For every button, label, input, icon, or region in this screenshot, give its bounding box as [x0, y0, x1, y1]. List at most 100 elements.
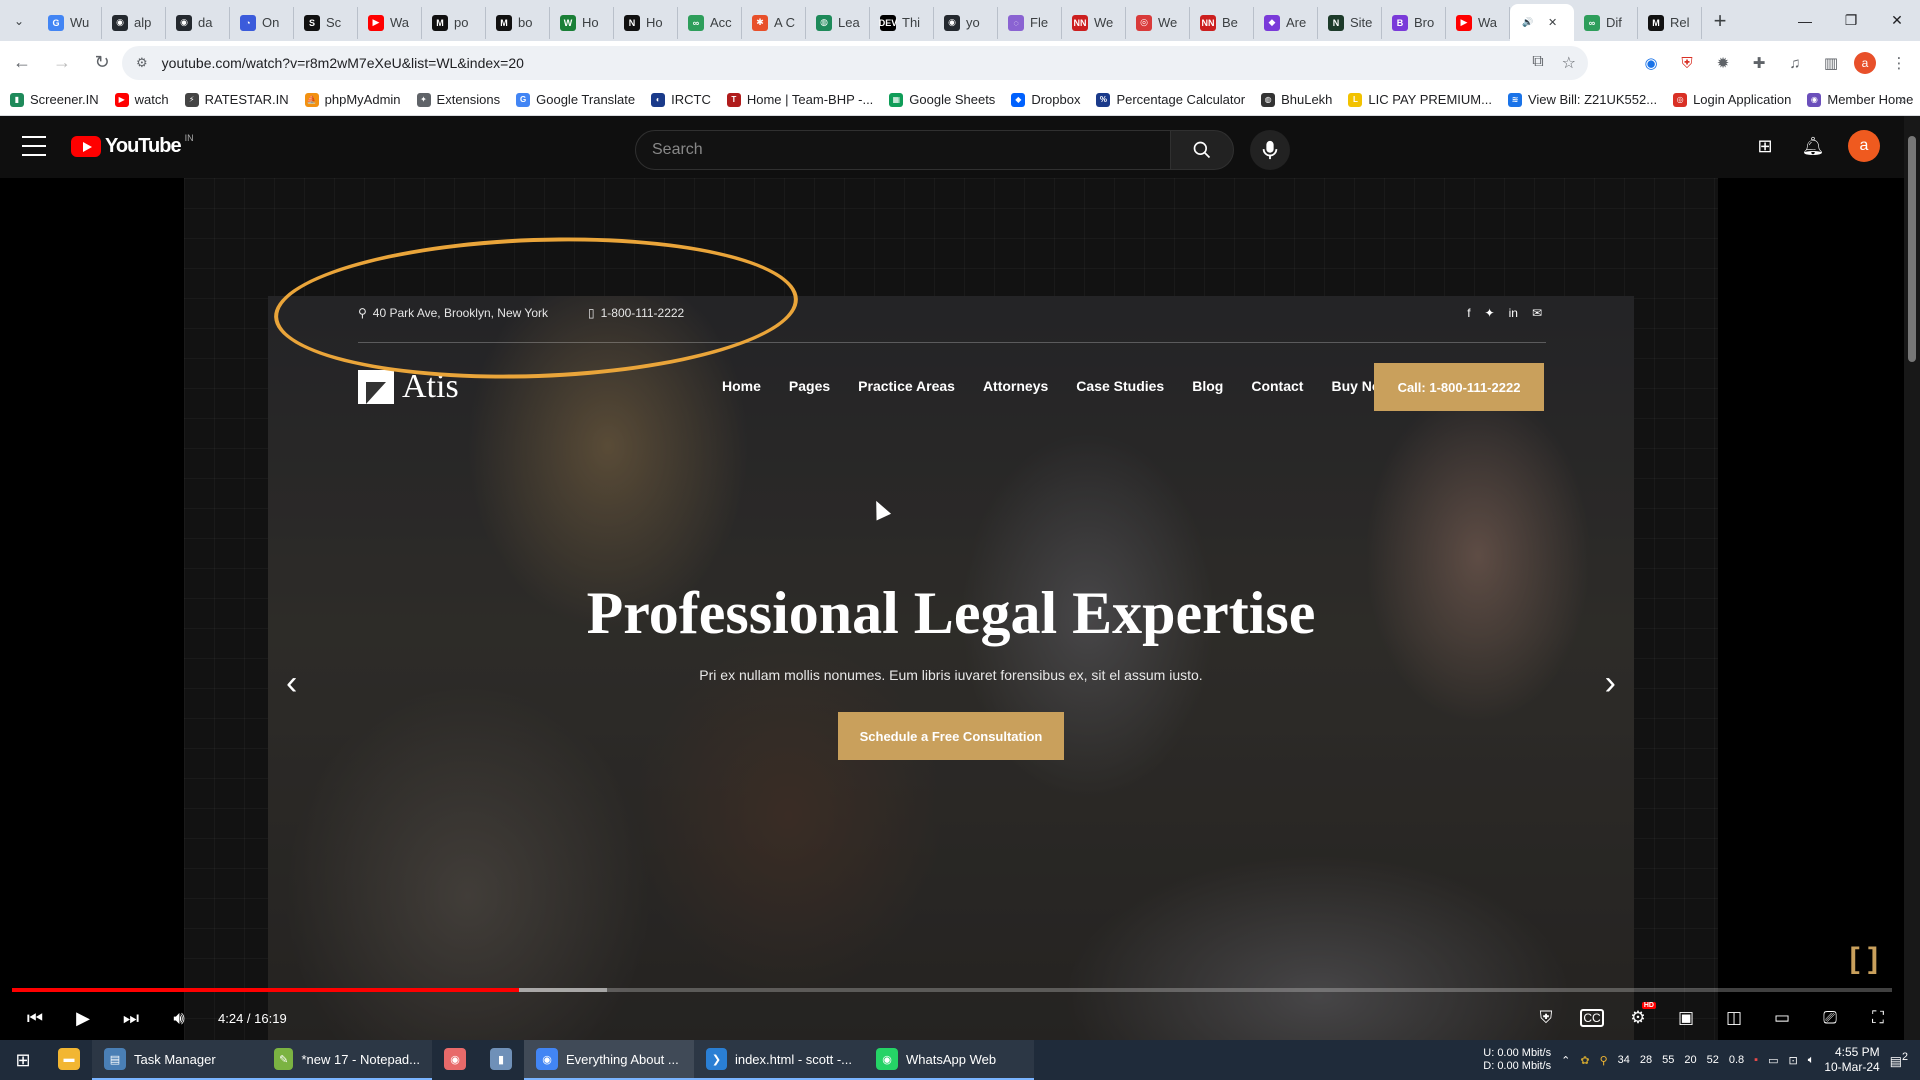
bookmark-item[interactable]: ▶ watch: [114, 92, 169, 107]
picture-in-picture-icon[interactable]: ◫: [1720, 1004, 1748, 1032]
notification-center-icon[interactable]: ▤2: [1890, 1051, 1908, 1069]
taskbar-file-explorer[interactable]: ▬: [46, 1040, 92, 1080]
fullscreen-icon[interactable]: ⛶: [1864, 1004, 1892, 1032]
browser-tab[interactable]: W Ho: [550, 6, 614, 39]
notifications-bell-icon[interactable]: 🔔︎: [1800, 133, 1826, 159]
theater-mode-icon[interactable]: ▭: [1768, 1004, 1796, 1032]
close-window-button[interactable]: ✕: [1874, 0, 1920, 41]
tray-search-icon[interactable]: ⚲: [1600, 1054, 1608, 1067]
browser-tab[interactable]: B Bro: [1382, 6, 1446, 39]
bookmark-item[interactable]: ◐ IRCTC: [651, 92, 711, 107]
bookmark-item[interactable]: ▦ Google Sheets: [889, 92, 995, 107]
windows-start-icon[interactable]: ⊞: [0, 1040, 46, 1080]
browser-tab[interactable]: ◌ Fle: [998, 6, 1062, 39]
progress-bar[interactable]: [12, 988, 1892, 992]
bookmark-item[interactable]: ◎ Login Application: [1673, 92, 1791, 107]
browser-tab[interactable]: ◉ alp: [102, 6, 166, 39]
extensions-puzzle-icon[interactable]: ✚: [1746, 50, 1772, 76]
bookmark-item[interactable]: T Home | Team-BHP -...: [726, 92, 873, 107]
tray-app-icon[interactable]: ✿: [1580, 1054, 1589, 1067]
browser-tab[interactable]: Mbo: [486, 6, 550, 39]
browser-tab[interactable]: S Sc: [294, 6, 358, 39]
tray-flag-icon[interactable]: ▪: [1754, 1054, 1758, 1066]
youtube-logo[interactable]: YouTube IN: [71, 133, 194, 158]
bookmark-item[interactable]: L LIC PAY PREMIUM...: [1348, 92, 1492, 107]
create-video-icon[interactable]: ⊞: [1752, 133, 1778, 159]
bookmark-item[interactable]: G Google Translate: [516, 92, 635, 107]
bookmark-item[interactable]: ◆ Dropbox: [1011, 92, 1080, 107]
browser-tab[interactable]: ◉ da: [166, 6, 230, 39]
address-bar[interactable]: ⚙ youtube.com/watch?v=r8m2wM7eXeU&list=W…: [122, 46, 1588, 80]
next-video-icon[interactable]: ⏭: [118, 1005, 144, 1031]
bookmark-item[interactable]: ⚡ RATESTAR.IN: [184, 92, 289, 107]
taskbar-app[interactable]: ◉: [432, 1040, 478, 1080]
browser-tab[interactable]: ◔ On: [230, 6, 294, 39]
url-text[interactable]: youtube.com/watch?v=r8m2wM7eXeU&list=WL&…: [162, 55, 524, 71]
browser-tab[interactable]: 🔊 ✕: [1510, 4, 1574, 41]
search-button[interactable]: [1170, 130, 1234, 170]
account-avatar[interactable]: a: [1848, 130, 1880, 162]
reload-button[interactable]: ↻: [84, 45, 120, 81]
new-tab-button[interactable]: +: [1702, 8, 1738, 34]
taskbar-app[interactable]: ◉ WhatsApp Web: [864, 1040, 1034, 1080]
bookmark-item[interactable]: % Percentage Calculator: [1096, 92, 1245, 107]
side-panel-icon[interactable]: ▥: [1818, 50, 1844, 76]
volume-icon[interactable]: 🔊︎: [166, 1005, 192, 1031]
browser-tab[interactable]: ◎ We: [1126, 6, 1190, 39]
close-tab-icon[interactable]: ✕: [1548, 16, 1557, 29]
browser-tab[interactable]: ◉ yo: [934, 6, 998, 39]
miniplayer-icon[interactable]: ▣: [1672, 1004, 1700, 1032]
browser-tab[interactable]: ✱ A C: [742, 6, 806, 39]
scrollbar-thumb[interactable]: [1908, 136, 1916, 362]
clock[interactable]: 4:55 PM 10-Mar-24: [1824, 1045, 1879, 1075]
site-info-icon[interactable]: ⚙: [136, 55, 148, 71]
bookmark-item[interactable]: ⛵ phpMyAdmin: [304, 92, 401, 107]
media-control-icon[interactable]: ♫: [1782, 50, 1808, 76]
browser-tab[interactable]: ▶ Wa: [358, 6, 422, 39]
previous-video-icon[interactable]: ⏮: [22, 1005, 48, 1031]
taskbar-app[interactable]: ◉ Everything About ...: [524, 1040, 694, 1080]
play-icon[interactable]: ▶: [70, 1005, 96, 1031]
search-input[interactable]: Search: [635, 130, 1171, 170]
browser-tab[interactable]: Mpo: [422, 6, 486, 39]
browser-tab[interactable]: ∞ Dif: [1574, 6, 1638, 39]
browser-tab[interactable]: ∞ Acc: [678, 6, 742, 39]
extension-bug-icon[interactable]: ✹: [1710, 50, 1736, 76]
bookmark-item[interactable]: ✦ Extensions: [416, 92, 500, 107]
forward-button[interactable]: →: [44, 45, 80, 81]
tab-search-button[interactable]: ⌄: [0, 0, 38, 41]
video-player[interactable]: ⚲ 40 Park Ave, Brooklyn, New York ▯ 1-80…: [0, 178, 1904, 1040]
speaker-icon[interactable]: 🔈︎: [1808, 1054, 1815, 1067]
restore-button[interactable]: ❐: [1828, 0, 1874, 41]
network-icon[interactable]: ⊡: [1788, 1054, 1797, 1067]
browser-tab[interactable]: ▶ Wa: [1446, 6, 1510, 39]
minimize-button[interactable]: —: [1782, 0, 1828, 41]
browser-tab[interactable]: M Rel: [1638, 6, 1702, 39]
bookmark-item[interactable]: ◍ BhuLekh: [1261, 92, 1332, 107]
taskbar-app[interactable]: ❯ index.html - scott -...: [694, 1040, 864, 1080]
sponsor-shield-icon[interactable]: ⛨: [1532, 1004, 1560, 1032]
bookmark-star-icon[interactable]: ☆: [1562, 53, 1576, 73]
bookmarks-overflow-icon[interactable]: »: [1898, 91, 1906, 107]
browser-tab[interactable]: NN Be: [1190, 6, 1254, 39]
browser-tab[interactable]: ◍ Lea: [806, 6, 870, 39]
browser-tab[interactable]: DEV Thi: [870, 6, 934, 39]
taskbar-app[interactable]: ✎ *new 17 - Notepad...: [262, 1040, 432, 1080]
extension-shield-icon[interactable]: ⛨: [1674, 50, 1700, 76]
chrome-menu-icon[interactable]: ⋮: [1886, 50, 1912, 76]
taskbar-app[interactable]: ▮: [478, 1040, 524, 1080]
browser-tab[interactable]: N Ho: [614, 6, 678, 39]
back-button[interactable]: ←: [4, 45, 40, 81]
extension-globe-icon[interactable]: ◉: [1638, 50, 1664, 76]
voice-search-button[interactable]: [1250, 130, 1290, 170]
browser-tab[interactable]: ◆ Are: [1254, 6, 1318, 39]
settings-gear-icon[interactable]: ⚙ HD: [1624, 1002, 1656, 1032]
profile-avatar[interactable]: a: [1854, 52, 1876, 74]
browser-tab[interactable]: G Wu: [38, 6, 102, 39]
bookmark-item[interactable]: ≋ View Bill: Z21UK552...: [1507, 92, 1657, 107]
tray-battery-icon[interactable]: ▭: [1768, 1054, 1778, 1067]
bookmark-item[interactable]: ▮ Screener.IN: [10, 92, 99, 107]
taskbar-app[interactable]: ▤ Task Manager: [92, 1040, 262, 1080]
browser-tab[interactable]: NN We: [1062, 6, 1126, 39]
tray-chevron-icon[interactable]: ⌃: [1561, 1054, 1570, 1067]
